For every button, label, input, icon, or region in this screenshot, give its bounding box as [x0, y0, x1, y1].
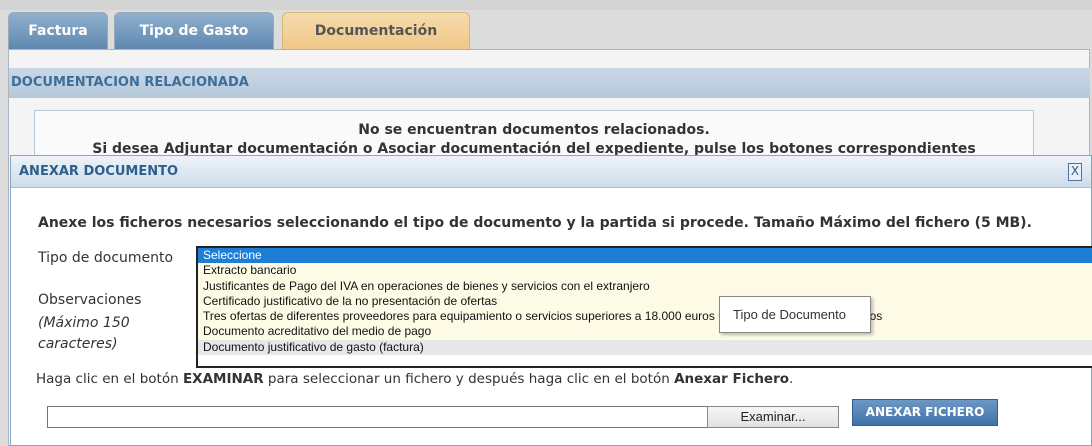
option-tres-ofertas[interactable]: Tres ofertas de diferentes proveedores p… [198, 309, 1092, 325]
no-documents-notice: No se encuentran documentos relacionados… [34, 110, 1034, 160]
option-seleccione[interactable]: Seleccione [198, 248, 1092, 264]
tab-tipo-de-gasto[interactable]: Tipo de Gasto [114, 12, 274, 49]
option-medio-de-pago[interactable]: Documento acreditativo del medio de pago [198, 324, 1092, 340]
tab-factura[interactable]: Factura [8, 12, 108, 49]
instructions-text: Anexe los ficheros necesarios selecciona… [38, 215, 1032, 231]
help-prefix: Haga clic en el botón [36, 371, 183, 387]
document-type-dropdown[interactable]: Seleccione Extracto bancario Justificant… [196, 246, 1092, 368]
option-certificado-no-ofertas[interactable]: Certificado justificativo de la no prese… [198, 293, 1092, 310]
max-chars-label-2: caracteres) [38, 336, 118, 352]
option-extracto-bancario[interactable]: Extracto bancario [198, 263, 1092, 279]
browse-button[interactable]: Examinar... [707, 406, 839, 428]
observations-label: Observaciones [38, 292, 142, 308]
attach-file-button[interactable]: ANEXAR FICHERO [852, 399, 998, 426]
help-anexar: Anexar Fichero [674, 371, 790, 387]
document-type-label: Tipo de documento [38, 250, 174, 266]
help-examinar: EXAMINAR [182, 371, 264, 387]
option-justificantes-iva[interactable]: Justificantes de Pago del IVA en operaci… [198, 278, 1092, 294]
panel-title: DOCUMENTACION RELACIONADA [9, 68, 1090, 98]
attach-document-dialog: ANEXAR DOCUMENTO X Anexe los ficheros ne… [10, 155, 1092, 446]
help-suffix: . [789, 371, 794, 387]
help-middle: para seleccionar un fichero y después ha… [263, 371, 675, 387]
option-factura[interactable]: Documento justificativo de gasto (factur… [198, 339, 1092, 356]
help-text: Haga clic en el botón EXAMINAR para sele… [36, 371, 793, 387]
top-strip [0, 0, 1092, 10]
document-type-tooltip: Tipo de Documento [719, 296, 871, 333]
notice-line-1: No se encuentran documentos relacionados… [358, 122, 710, 138]
dialog-title: ANEXAR DOCUMENTO [11, 156, 1091, 188]
close-icon[interactable]: X [1068, 163, 1082, 181]
max-chars-label-1: (Máximo 150 [38, 315, 130, 331]
tab-documentacion[interactable]: Documentación [282, 12, 470, 49]
